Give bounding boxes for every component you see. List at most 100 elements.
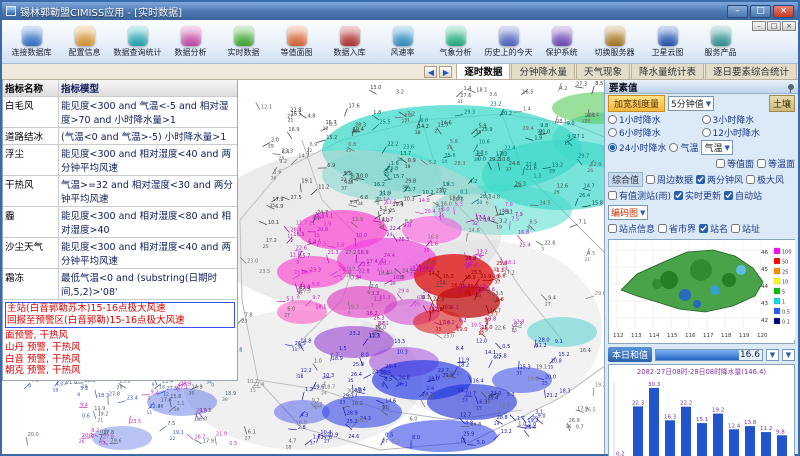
toolbar-button[interactable]: 等值面图 <box>270 26 323 58</box>
alert-line[interactable]: 白音 预警, 干热风 <box>5 354 235 366</box>
svg-text:0.2: 0.2 <box>616 452 625 456</box>
mdi-minimize-button[interactable]: – <box>752 21 766 31</box>
toolbar-button[interactable]: 保护系统 <box>535 26 588 58</box>
maximize-button[interactable]: □ <box>750 5 771 18</box>
svg-text:9.4: 9.4 <box>80 402 88 408</box>
surface-options-row: 等值面 等温面 <box>605 156 798 171</box>
svg-text:18: 18 <box>346 273 352 279</box>
display-checkbox[interactable]: 站址 <box>731 222 760 235</box>
svg-text:29.3: 29.3 <box>464 110 475 116</box>
svg-text:24: 24 <box>321 390 327 396</box>
svg-text:1.2: 1.2 <box>305 387 313 393</box>
toolbar-button[interactable]: 气象分析 <box>429 26 482 58</box>
station-checkbox[interactable]: 有值测站(雨) <box>608 189 671 202</box>
minimize-button[interactable]: – <box>727 5 748 18</box>
toolbar-button[interactable]: 实时数据 <box>217 26 270 58</box>
toolbar-button[interactable]: 数据分析 <box>164 26 217 58</box>
precip-radio[interactable]: 12小时降水 <box>702 126 796 139</box>
surface-checkbox[interactable]: 等温面 <box>757 157 795 170</box>
svg-text:6.8: 6.8 <box>404 113 412 119</box>
tab-scroll-left-icon[interactable]: ◀ <box>424 66 437 78</box>
pin-icon[interactable] <box>788 84 794 90</box>
table-row[interactable]: 沙尘天气 能见度<300 and 相对湿度<40 and 两分钟平均风速 <box>3 238 237 269</box>
svg-text:14.7: 14.7 <box>584 184 595 190</box>
alert-line[interactable]: 朝克 预警, 干热风 <box>5 365 235 377</box>
svg-text:6.8: 6.8 <box>360 195 368 201</box>
svg-text:18: 18 <box>415 130 421 136</box>
display-checkbox[interactable]: 站点信息 <box>608 222 655 235</box>
svg-text:22.6: 22.6 <box>495 326 506 332</box>
display-checkbox[interactable]: 省市界 <box>658 222 696 235</box>
station-checkbox[interactable]: 实时更新 <box>674 189 721 202</box>
toolbar-button[interactable]: 数据入库 <box>323 26 376 58</box>
tab-scroll-right-icon[interactable]: ▶ <box>439 66 452 78</box>
minute-value-select[interactable]: 5分钟值▼ <box>668 96 714 111</box>
precip-radio[interactable]: 3小时降水 <box>702 113 796 126</box>
panel-toolbar-row: 加宽刻度量 5分钟值▼ 土壤 <box>605 94 798 113</box>
mdi-restore-button[interactable]: □ <box>767 21 781 31</box>
alert-line[interactable]: 山丹 预警, 干热风 <box>5 342 235 354</box>
indicator-table-header: 指标名称 指标模型 <box>3 80 237 97</box>
svg-text:18: 18 <box>82 384 88 390</box>
svg-text:7.9: 7.9 <box>505 202 513 208</box>
close-button[interactable]: × <box>773 5 794 18</box>
alert-line[interactable]: 主站(白音郭勒苏木)15-16点极大风速 <box>7 303 233 315</box>
wind-checkbox[interactable]: 两分钟风 <box>696 173 743 186</box>
precip-radio[interactable]: 1小时降水 <box>608 113 702 126</box>
wind-checkbox[interactable]: 周边数据 <box>646 173 693 186</box>
svg-text:23: 23 <box>457 290 463 296</box>
svg-text:28.7: 28.7 <box>480 194 491 200</box>
table-row[interactable]: 浮尘 能见度<300 and 相对湿度<40 and 两分钟平均风速 <box>3 145 237 176</box>
svg-text:19.4: 19.4 <box>353 127 364 133</box>
radio-temperature[interactable]: 气温 <box>669 141 698 154</box>
spinner-dropdown-icon[interactable]: ▼ <box>782 349 795 361</box>
mdi-close-button[interactable]: × <box>782 21 796 31</box>
svg-text:4.5: 4.5 <box>587 251 595 257</box>
svg-text:5.0: 5.0 <box>477 440 485 446</box>
svg-text:6.0: 6.0 <box>287 307 295 313</box>
svg-text:22: 22 <box>307 148 313 154</box>
wind-checkbox[interactable]: 极大风 <box>746 173 784 186</box>
table-row[interactable]: 霾 能见度<300 and 相对湿度<80 and 相对湿度>40 <box>3 207 237 238</box>
toolbar-button[interactable]: 服务产品 <box>694 26 747 58</box>
svg-text:20.0: 20.0 <box>28 432 39 438</box>
toolbar-button[interactable]: 历史上的今天 <box>482 26 535 58</box>
alert-line[interactable]: 回报至预警区(白音郭勒)15-16点极大风速 <box>7 315 233 327</box>
svg-text:18.1: 18.1 <box>315 305 326 311</box>
soil-tab[interactable]: 土壤 <box>769 95 795 112</box>
svg-text:15.7: 15.7 <box>393 174 404 180</box>
code-map-select[interactable]: 编码图▼ <box>608 205 648 220</box>
toolbar-button[interactable]: 配置信息 <box>58 26 111 58</box>
table-row[interactable]: 白毛风 能见度<300 and 气温<-5 and 相对湿度>70 and 小时… <box>3 97 237 128</box>
spinner-dropdown-icon[interactable]: ▼ <box>766 349 779 361</box>
indicator-model: 能见度<300 and 相对湿度<40 and 两分钟平均风速 <box>59 145 237 175</box>
svg-text:3: 3 <box>296 259 299 265</box>
toolbar-icon <box>234 26 254 46</box>
toolbar-button[interactable]: 切换服务器 <box>588 26 641 58</box>
toolbar-button[interactable]: 卫星云图 <box>641 26 694 58</box>
svg-text:26: 26 <box>79 439 85 445</box>
svg-text:12: 12 <box>163 392 169 398</box>
svg-text:23.4: 23.4 <box>127 396 138 402</box>
svg-text:15: 15 <box>250 388 256 394</box>
table-row[interactable]: 霜冻 最低气温<0 and (substring(日期时间,5,2)>'08' <box>3 269 237 300</box>
widen-scale-button[interactable]: 加宽刻度量 <box>608 95 665 112</box>
precip-radio[interactable]: 6小时降水 <box>608 126 702 139</box>
toolbar-button[interactable]: 连接数据库 <box>5 26 58 58</box>
svg-text:26: 26 <box>439 213 445 219</box>
alert-line[interactable]: 面预警, 干热风 <box>5 330 235 342</box>
indicator-name: 道路结冰 <box>3 128 59 144</box>
table-row[interactable]: 道路结冰 (气温<0 and 气温>-5) 小时降水量>1 <box>3 128 237 145</box>
toolbar-button[interactable]: 数据查询统计 <box>111 26 164 58</box>
svg-text:16.0: 16.0 <box>296 421 307 427</box>
svg-text:6.9: 6.9 <box>275 204 283 210</box>
surface-checkbox[interactable]: 等值面 <box>716 157 754 170</box>
alert-selected-block[interactable]: 主站(白音郭勒苏木)15-16点极大风速回报至预警区(白音郭勒)15-16点极大… <box>5 302 235 328</box>
svg-text:15.1: 15.1 <box>696 417 708 423</box>
temperature-select[interactable]: 气温▼ <box>701 140 732 155</box>
toolbar-button[interactable]: 风速率 <box>376 26 429 58</box>
display-checkbox[interactable]: 站名 <box>699 222 728 235</box>
station-checkbox[interactable]: 自动站 <box>724 189 762 202</box>
radio-24h-precip[interactable]: 24小时降水 <box>608 141 666 154</box>
table-row[interactable]: 干热风 气温>=32 and 相对湿度<30 and 两分钟平均风速 <box>3 176 237 207</box>
